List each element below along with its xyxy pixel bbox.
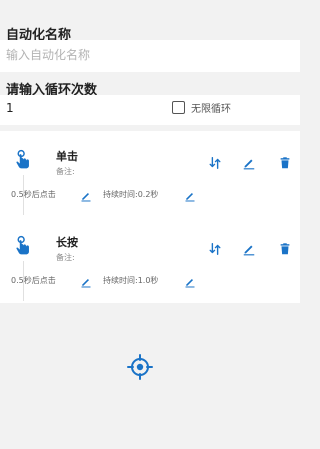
loop-input-row: 1 无限循环 (0, 95, 300, 125)
name-input-row (0, 40, 300, 72)
add-target-button[interactable] (127, 354, 153, 380)
infinite-loop-label: 无限循环 (191, 104, 231, 115)
tap-hand-icon (12, 149, 34, 171)
trash-icon (280, 157, 290, 169)
action-note-label: 备注: (56, 167, 75, 176)
infinite-loop-toggle[interactable]: 无限循环 (172, 100, 231, 115)
edit-delay-button[interactable] (80, 187, 93, 202)
sort-button[interactable] (207, 155, 223, 171)
edit-delay-button[interactable] (80, 273, 93, 288)
automation-name-input[interactable] (6, 46, 286, 64)
crosshair-target-icon (127, 354, 153, 380)
delay-text: 0.5秒后点击 (11, 190, 56, 199)
sort-button[interactable] (207, 241, 223, 257)
pencil-icon (243, 159, 255, 170)
delete-button[interactable] (277, 241, 293, 257)
action-note-label: 备注: (56, 253, 75, 262)
sort-icon (209, 157, 221, 169)
action-card[interactable]: 单击 备注: 0.5秒后点击 持续时间:0.2秒 (0, 131, 300, 217)
duration-text: 持续时间:1.0秒 (103, 276, 159, 285)
infinite-loop-checkbox[interactable] (172, 101, 185, 114)
edit-button[interactable] (241, 155, 257, 171)
delay-text: 0.5秒后点击 (11, 276, 56, 285)
duration-text: 持续时间:0.2秒 (103, 190, 159, 199)
action-title: 单击 (56, 150, 78, 163)
action-card[interactable]: 长按 备注: 0.5秒后点击 持续时间:1.0秒 (0, 217, 300, 303)
loop-count-input[interactable]: 1 (6, 101, 14, 115)
pencil-icon (185, 193, 195, 202)
pencil-icon (243, 245, 255, 256)
trash-icon (280, 243, 290, 255)
pencil-icon (185, 279, 195, 288)
action-list: 单击 备注: 0.5秒后点击 持续时间:0.2秒 长按 备注: 0.5秒后点击 … (0, 131, 300, 303)
action-title: 长按 (56, 236, 78, 249)
edit-button[interactable] (241, 241, 257, 257)
sort-icon (209, 243, 221, 255)
edit-duration-button[interactable] (184, 187, 197, 202)
pencil-icon (81, 279, 91, 288)
delete-button[interactable] (277, 155, 293, 171)
long-press-hand-icon (12, 235, 34, 257)
edit-duration-button[interactable] (184, 273, 197, 288)
pencil-icon (81, 193, 91, 202)
